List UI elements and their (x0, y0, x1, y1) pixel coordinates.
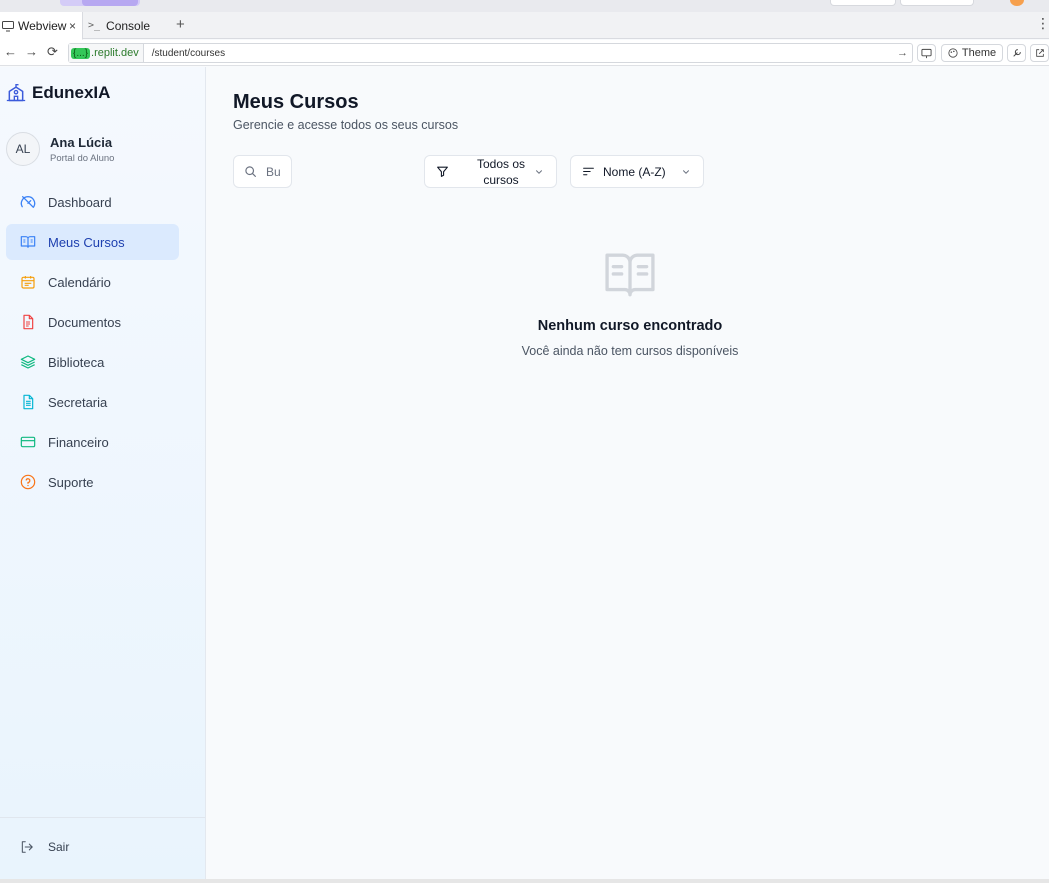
sidebar-item-label: Suporte (48, 474, 94, 490)
tab-webview[interactable]: Webview × (0, 12, 83, 40)
empty-state: Nenhum curso encontrado Você ainda não t… (516, 252, 744, 358)
book-open-icon (605, 253, 655, 297)
reload-button[interactable]: ⟳ (47, 44, 58, 60)
address-field[interactable]: {...} .replit.dev /student/courses → (68, 43, 913, 63)
sidebar-item-label: Documentos (48, 314, 121, 330)
file-text-icon (23, 394, 34, 410)
search-box[interactable] (233, 155, 292, 188)
logout-label: Sair (48, 840, 70, 854)
sidebar-item-financeiro[interactable]: Financeiro (6, 424, 179, 460)
sort-icon (583, 167, 594, 176)
devtools-button[interactable] (917, 44, 936, 62)
screen-icon (921, 48, 932, 58)
course-filter-select[interactable]: Todos os cursos (424, 155, 557, 188)
sidebar-item-label: Secretaria (48, 394, 108, 410)
sidebar-item-label: Calendário (48, 274, 111, 290)
filter-value: Todos os cursos (476, 156, 526, 187)
help-circle-icon (20, 474, 36, 490)
book-open-icon (20, 236, 36, 248)
monitor-icon (2, 20, 14, 31)
browser-top-strip (0, 0, 1049, 12)
calendar-icon (21, 276, 35, 289)
search-input[interactable] (266, 164, 291, 179)
chevron-down-icon (683, 169, 689, 174)
sidebar-item-documentos[interactable]: Documentos (6, 304, 179, 340)
sidebar-item-label: Financeiro (48, 434, 109, 450)
more-menu-icon[interactable]: ⋮ (1036, 15, 1049, 32)
theme-button[interactable]: Theme (941, 44, 1003, 62)
browser-tab-bar: Webview × >_ Console + ⋮ (0, 12, 1049, 40)
sort-select[interactable]: Nome (A-Z) (570, 155, 704, 188)
terminal-icon: >_ (88, 20, 101, 31)
page-subtitle: Gerencie e acesse todos os seus cursos (233, 118, 459, 132)
user-name: Ana Lúcia (50, 134, 113, 150)
top-button[interactable] (900, 0, 974, 6)
domain-tag: {...} (71, 47, 91, 59)
logout-icon (21, 841, 33, 853)
forward-button[interactable]: → (25, 44, 38, 59)
back-button[interactable]: ← (4, 44, 17, 59)
url-path[interactable]: /student/courses (152, 48, 225, 59)
school-icon (6, 84, 26, 102)
sidebar-item-label: Meus Cursos (48, 234, 125, 250)
layers-icon (20, 355, 36, 369)
wrench-icon (1012, 49, 1021, 57)
top-pill-accent (82, 0, 138, 6)
new-tab-button[interactable]: + (176, 16, 185, 33)
top-button[interactable] (830, 0, 896, 6)
theme-label: Theme (961, 47, 997, 59)
user-role: Portal do Aluno (50, 152, 115, 164)
sidebar-item-secretaria[interactable]: Secretaria (6, 384, 179, 420)
empty-state-description: Você ainda não tem cursos disponíveis (521, 344, 739, 358)
brand[interactable]: EdunexIA (6, 83, 110, 103)
sidebar-item-biblioteca[interactable]: Biblioteca (6, 344, 179, 380)
sidebar-item-label: Biblioteca (48, 354, 105, 370)
logout-button[interactable]: Sair (20, 840, 69, 854)
url-bar: ← → ⟳ {...} .replit.dev /student/courses… (0, 40, 1049, 66)
window-bottom-edge (0, 879, 1049, 883)
page-title: Meus Cursos (233, 91, 359, 113)
empty-state-title: Nenhum curso encontrado (537, 318, 723, 334)
avatar: AL (6, 132, 40, 166)
tab-console[interactable]: >_ Console (86, 12, 164, 39)
sidebar-item-meus-cursos[interactable]: Meus Cursos (6, 224, 179, 260)
tab-label: Webview (18, 18, 67, 33)
credit-card-icon (20, 436, 36, 448)
external-link-icon (1035, 49, 1044, 57)
close-icon[interactable]: × (69, 19, 76, 33)
filter-icon (437, 166, 448, 177)
sort-value: Nome (A-Z) (603, 164, 666, 179)
palette-icon (948, 48, 958, 58)
document-icon (23, 314, 34, 330)
domain-text: .replit.dev (91, 47, 139, 59)
dashboard-icon (20, 196, 36, 208)
tools-button[interactable] (1007, 44, 1026, 62)
search-icon (245, 166, 256, 177)
tab-label: Console (106, 18, 151, 33)
sidebar-item-dashboard[interactable]: Dashboard (6, 184, 179, 220)
domain-badge: {...} .replit.dev (69, 44, 144, 62)
go-arrow-icon[interactable]: → (897, 47, 908, 59)
user-profile[interactable]: AL Ana Lúcia Portal do Aluno (6, 132, 114, 166)
sidebar-item-suporte[interactable]: Suporte (6, 464, 179, 500)
sidebar-item-label: Dashboard (48, 194, 112, 210)
sidebar-divider (0, 817, 205, 818)
chevron-down-icon (536, 169, 542, 174)
main-content: Meus Cursos Gerencie e acesse todos os s… (207, 67, 1049, 879)
sidebar-nav: Dashboard Meus Cursos Calendário Documen… (6, 184, 179, 504)
profile-badge[interactable] (1010, 0, 1024, 6)
sidebar: EdunexIA AL Ana Lúcia Portal do Aluno Da… (0, 67, 206, 879)
open-external-button[interactable] (1030, 44, 1049, 62)
brand-name: EdunexIA (32, 83, 111, 102)
sidebar-item-calendario[interactable]: Calendário (6, 264, 179, 300)
